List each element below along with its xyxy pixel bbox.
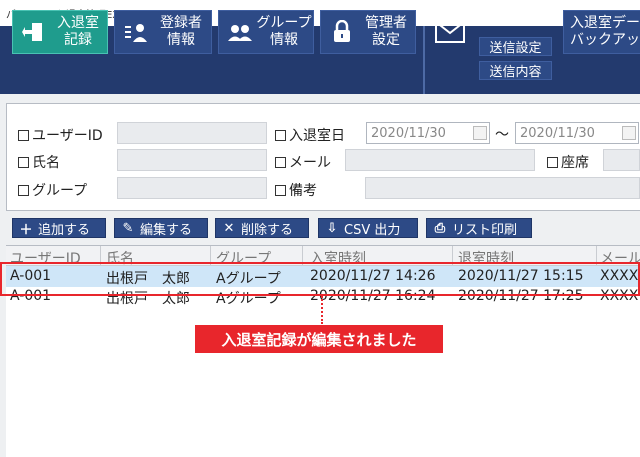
group-info-button[interactable]: グループ 情報 bbox=[218, 10, 314, 54]
date-to-picker[interactable]: 2020/11/30 bbox=[515, 122, 639, 144]
edit-button[interactable]: ✎ 編集する bbox=[114, 218, 208, 238]
entry-log-button[interactable]: 入退室 記録 bbox=[12, 10, 108, 54]
add-button[interactable]: ＋追加する bbox=[12, 218, 106, 238]
send-settings-button[interactable]: 送信設定 bbox=[479, 37, 552, 56]
calendar-icon bbox=[622, 126, 636, 140]
admin-settings-button[interactable]: 管理者 設定 bbox=[320, 10, 416, 54]
envelope-icon bbox=[435, 17, 465, 47]
email-checkbox[interactable] bbox=[275, 157, 286, 168]
delete-button[interactable]: ✕ 削除する bbox=[215, 218, 309, 238]
toolbar-divider bbox=[423, 26, 425, 94]
note-input[interactable] bbox=[365, 177, 640, 199]
name-input[interactable] bbox=[117, 149, 267, 171]
seat-checkbox[interactable] bbox=[547, 157, 558, 168]
seat-input[interactable] bbox=[603, 149, 640, 171]
entry-date-filter[interactable]: 入退室日 bbox=[275, 125, 345, 145]
seat-filter[interactable]: 座席 bbox=[547, 152, 589, 172]
entry-log-label: 入退室 記録 bbox=[57, 15, 99, 48]
print-list-button[interactable]: ⎙ リスト印刷 bbox=[426, 218, 532, 238]
backup-label: 入退室デー バックアッ bbox=[570, 15, 640, 48]
group-checkbox[interactable] bbox=[18, 185, 29, 196]
pencil-icon: ✎ bbox=[122, 220, 134, 236]
date-from-picker[interactable]: 2020/11/30 bbox=[366, 122, 490, 144]
mail-button[interactable] bbox=[429, 10, 473, 54]
plus-icon: ＋ bbox=[19, 222, 33, 238]
highlight-box bbox=[0, 262, 640, 296]
admin-settings-label: 管理者 設定 bbox=[365, 15, 407, 48]
group-filter[interactable]: グループ bbox=[18, 180, 87, 200]
group-info-label: グループ 情報 bbox=[256, 15, 312, 48]
entry-date-checkbox[interactable] bbox=[275, 130, 286, 141]
close-icon: ✕ bbox=[223, 220, 235, 236]
calendar-icon bbox=[473, 126, 487, 140]
send-content-button[interactable]: 送信内容 bbox=[479, 61, 552, 80]
user-id-checkbox[interactable] bbox=[18, 130, 29, 141]
group-users-icon bbox=[225, 17, 255, 47]
door-exit-icon bbox=[19, 17, 49, 47]
user-info-button[interactable]: 登録者 情報 bbox=[114, 10, 212, 54]
group-input[interactable] bbox=[117, 177, 267, 199]
email-input[interactable] bbox=[345, 149, 535, 171]
note-filter[interactable]: 備考 bbox=[275, 180, 317, 200]
user-list-icon bbox=[121, 17, 151, 47]
edit-notice-callout: 入退室記録が編集されました bbox=[195, 325, 443, 353]
email-filter[interactable]: メール bbox=[275, 152, 331, 172]
export-file-icon: ⇩ bbox=[326, 220, 338, 236]
backup-button[interactable]: 入退室デー バックアッ bbox=[563, 10, 640, 54]
user-info-label: 登録者 情報 bbox=[160, 15, 202, 48]
note-checkbox[interactable] bbox=[275, 185, 286, 196]
name-checkbox[interactable] bbox=[18, 157, 29, 168]
lock-icon bbox=[327, 17, 357, 47]
printer-icon: ⎙ bbox=[434, 220, 446, 236]
name-filter[interactable]: 氏名 bbox=[18, 152, 60, 172]
date-range-tilde: 〜 bbox=[495, 127, 509, 143]
callout-line bbox=[321, 296, 323, 324]
user-id-filter[interactable]: ユーザーID bbox=[18, 125, 103, 145]
user-id-input[interactable] bbox=[117, 122, 267, 144]
csv-export-button[interactable]: ⇩ CSV 出力 bbox=[318, 218, 418, 238]
